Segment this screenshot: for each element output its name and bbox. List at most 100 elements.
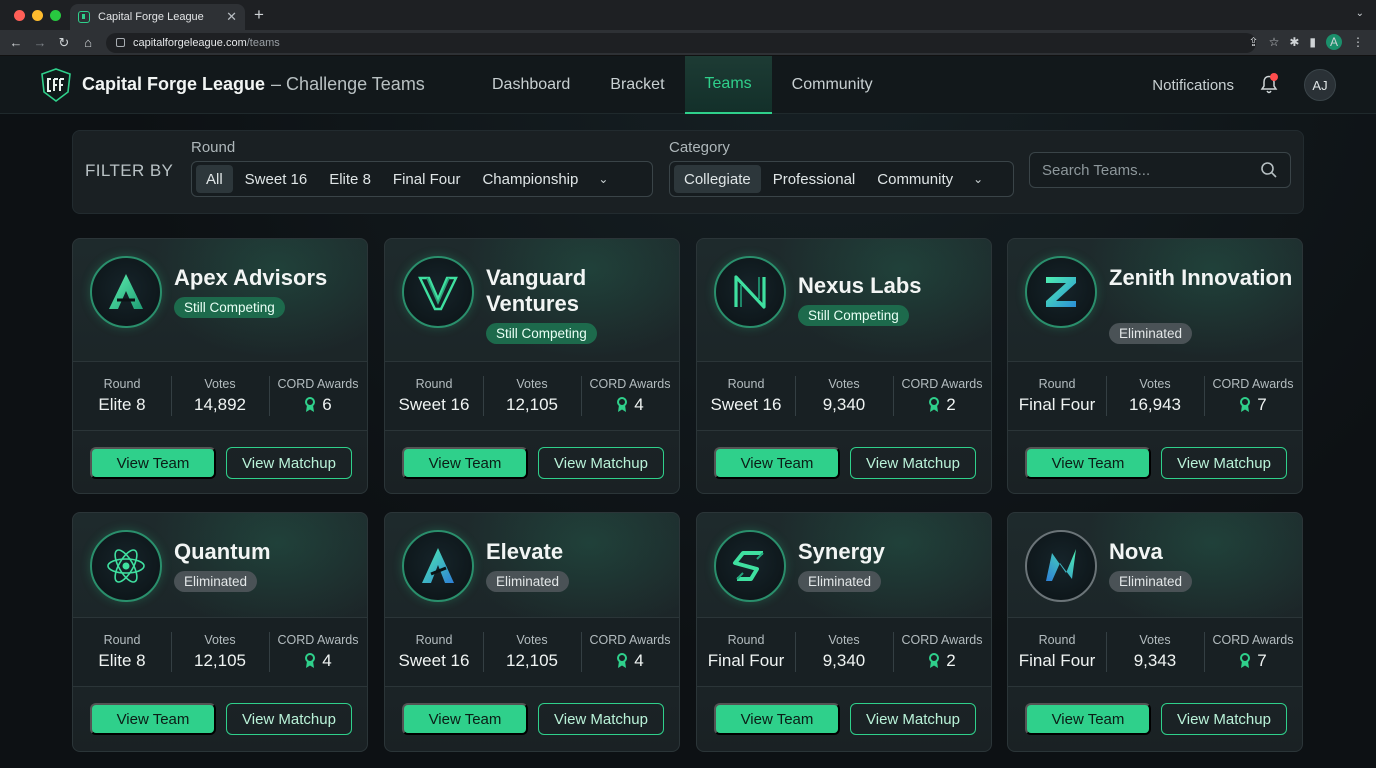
main-nav: Dashboard Bracket Teams Community xyxy=(472,56,893,114)
status-badge: Still Competing xyxy=(798,305,909,326)
team-name: Synergy xyxy=(798,539,885,564)
team-card: Nova Eliminated Round Final Four Votes 9,3… xyxy=(1007,512,1303,752)
browser-tab[interactable]: Capital Forge League ✕ xyxy=(70,4,245,30)
awards-label: CORD Awards xyxy=(1212,633,1294,647)
filter-bar: FILTER BY Round All Sweet 16 Elite 8 Fin… xyxy=(72,130,1304,214)
view-matchup-button[interactable]: View Matchup xyxy=(226,703,352,735)
awards-value: 4 xyxy=(322,651,332,670)
category-option-collegiate[interactable]: Collegiate xyxy=(674,165,761,193)
view-team-button[interactable]: View Team xyxy=(1025,703,1151,735)
status-badge: Eliminated xyxy=(486,571,570,592)
votes-value: 9,343 xyxy=(1133,651,1177,670)
award-ribbon-icon xyxy=(929,653,940,668)
votes-value: 14,892 xyxy=(194,395,246,414)
user-avatar[interactable]: AJ xyxy=(1304,69,1336,101)
awards-value: 6 xyxy=(322,395,332,414)
view-team-button[interactable]: View Team xyxy=(402,447,528,479)
view-matchup-button[interactable]: View Matchup xyxy=(850,447,976,479)
round-value: Final Four xyxy=(1018,651,1096,670)
reload-icon[interactable]: ↻ xyxy=(52,35,76,51)
category-option-professional[interactable]: Professional xyxy=(763,165,866,193)
site-favicon-icon xyxy=(78,11,90,23)
team-card: Quantum Eliminated Round Elite 8 Votes 12,… xyxy=(72,512,368,752)
votes-label: Votes xyxy=(516,377,548,391)
round-option-final-four[interactable]: Final Four xyxy=(383,165,471,193)
round-dropdown-chevron-icon[interactable]: ⌄ xyxy=(590,172,616,186)
team-name: Vanguard Ventures xyxy=(486,265,587,316)
new-tab-icon[interactable]: + xyxy=(254,5,264,25)
nav-teams[interactable]: Teams xyxy=(684,56,772,114)
notifications-bell-icon[interactable] xyxy=(1254,70,1284,100)
extensions-puzzle-icon[interactable]: ✱ xyxy=(1289,35,1299,49)
votes-label: Votes xyxy=(204,633,236,647)
awards-value: 7 xyxy=(1257,651,1267,670)
league-shield-logo-icon[interactable] xyxy=(40,67,72,102)
nav-community[interactable]: Community xyxy=(772,56,893,114)
awards-label: CORD Awards xyxy=(589,633,671,647)
round-option-championship[interactable]: Championship xyxy=(472,165,588,193)
round-label: Round xyxy=(415,377,453,391)
category-dropdown-chevron-icon[interactable]: ⌄ xyxy=(965,172,991,186)
team-card: Synergy Eliminated Round Final Four Votes… xyxy=(696,512,992,752)
view-matchup-button[interactable]: View Matchup xyxy=(1161,703,1287,735)
round-label: Round xyxy=(727,633,765,647)
app-subtitle: – Challenge Teams xyxy=(271,74,425,94)
view-matchup-button[interactable]: View Matchup xyxy=(226,447,352,479)
round-label: Round xyxy=(1038,633,1076,647)
nav-bracket[interactable]: Bracket xyxy=(590,56,684,114)
view-matchup-button[interactable]: View Matchup xyxy=(850,703,976,735)
round-option-all[interactable]: All xyxy=(196,165,233,193)
browser-tabbar: Capital Forge League ✕ + ⌄ xyxy=(0,0,1376,30)
category-option-community[interactable]: Community xyxy=(867,165,963,193)
view-team-button[interactable]: View Team xyxy=(90,447,216,479)
view-matchup-button[interactable]: View Matchup xyxy=(538,447,664,479)
view-team-button[interactable]: View Team xyxy=(714,447,840,479)
atom-icon xyxy=(90,530,162,602)
votes-value: 12,105 xyxy=(194,651,246,670)
award-ribbon-icon xyxy=(305,653,316,668)
view-team-button[interactable]: View Team xyxy=(1025,447,1151,479)
award-ribbon-icon xyxy=(617,653,628,668)
team-name: Elevate xyxy=(486,539,564,564)
view-team-button[interactable]: View Team xyxy=(714,703,840,735)
votes-label: Votes xyxy=(828,377,860,391)
browser-menu-icon[interactable]: ⋮ xyxy=(1352,35,1364,49)
team-name: Quantum xyxy=(174,539,271,564)
votes-value: 9,340 xyxy=(822,651,866,670)
address-bar[interactable]: capitalforgeleague.com/teams xyxy=(106,32,1256,53)
search-icon[interactable] xyxy=(1260,161,1278,179)
nav-dashboard[interactable]: Dashboard xyxy=(472,56,590,114)
view-team-button[interactable]: View Team xyxy=(90,703,216,735)
nova-n-icon xyxy=(1025,530,1097,602)
zoom-window-button[interactable] xyxy=(50,10,61,21)
award-ribbon-icon xyxy=(1240,653,1251,668)
votes-value: 12,105 xyxy=(506,651,558,670)
forward-arrow-icon[interactable]: → xyxy=(28,35,52,51)
team-search xyxy=(1029,152,1291,188)
search-input[interactable] xyxy=(1042,161,1260,179)
sidebar-toggle-icon[interactable]: ▮ xyxy=(1309,35,1316,49)
round-value: Sweet 16 xyxy=(398,395,470,414)
view-team-button[interactable]: View Team xyxy=(402,703,528,735)
view-matchup-button[interactable]: View Matchup xyxy=(1161,447,1287,479)
tab-list-chevron-icon[interactable]: ⌄ xyxy=(1356,8,1364,19)
bookmark-star-icon[interactable]: ☆ xyxy=(1269,35,1280,49)
profile-avatar[interactable]: A xyxy=(1326,34,1342,50)
back-arrow-icon[interactable]: ← xyxy=(4,35,28,51)
view-matchup-button[interactable]: View Matchup xyxy=(538,703,664,735)
round-option-sweet-16[interactable]: Sweet 16 xyxy=(235,165,318,193)
votes-label: Votes xyxy=(516,633,548,647)
team-name: Apex Advisors xyxy=(174,265,328,290)
minimize-window-button[interactable] xyxy=(32,10,43,21)
close-window-button[interactable] xyxy=(14,10,25,21)
elevate-a-icon xyxy=(402,530,474,602)
round-value: Final Four xyxy=(707,651,785,670)
status-badge: Eliminated xyxy=(1109,323,1193,344)
app-title: Capital Forge League xyxy=(82,74,266,94)
notifications-link[interactable]: Notifications xyxy=(1152,77,1234,94)
home-icon[interactable]: ⌂ xyxy=(76,35,100,51)
close-tab-icon[interactable]: ✕ xyxy=(226,9,237,25)
round-option-elite-8[interactable]: Elite 8 xyxy=(319,165,381,193)
share-icon[interactable]: ⇪ xyxy=(1249,35,1259,49)
zenith-z-icon xyxy=(1025,256,1097,328)
